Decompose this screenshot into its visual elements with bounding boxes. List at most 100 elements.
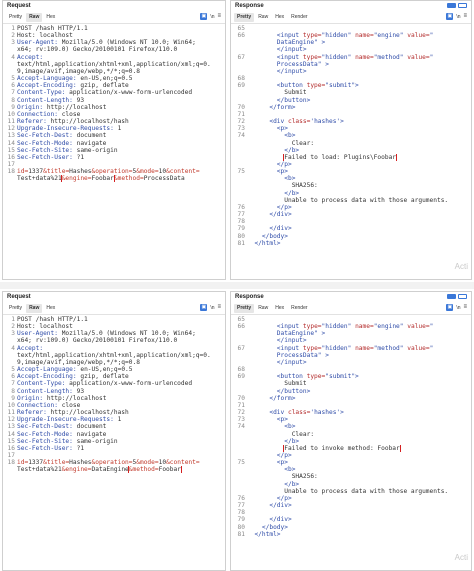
line-text: </body> bbox=[247, 524, 471, 531]
newline-toggle-button[interactable]: \n bbox=[456, 305, 460, 311]
tab-render[interactable]: Render bbox=[288, 304, 310, 313]
code-token: "hidden" bbox=[321, 344, 356, 352]
code-token: Foobar bbox=[158, 466, 181, 474]
code-token: 'hashes'> bbox=[310, 409, 344, 417]
code-token: id= bbox=[17, 168, 29, 176]
line-number bbox=[231, 438, 247, 445]
code-token: </input> bbox=[247, 337, 307, 345]
menu-icon[interactable]: ≡ bbox=[463, 304, 467, 311]
response-editor[interactable]: 65 66 <input type="hidden" name="engine" … bbox=[231, 316, 471, 570]
layout-stack-button[interactable] bbox=[458, 3, 467, 8]
line-text: </p> bbox=[247, 452, 471, 459]
code-token: </body> bbox=[247, 232, 288, 240]
code-token: <div bbox=[247, 118, 288, 126]
code-line: 81 </html> bbox=[231, 240, 471, 247]
line-text: <input type="hidden" name="engine" value… bbox=[247, 32, 471, 39]
menu-icon[interactable]: ≡ bbox=[463, 13, 467, 20]
line-number: 3 bbox=[11, 330, 15, 338]
code-token: </button> bbox=[247, 387, 311, 395]
request-toolbar: ▣ \n ≡ bbox=[200, 304, 221, 311]
code-token: </b> bbox=[247, 146, 300, 154]
line-text: </button> bbox=[247, 388, 471, 395]
line-text: Accept-Encoding: gzip, deflate bbox=[17, 373, 225, 380]
inspector-icon[interactable]: ▣ bbox=[200, 13, 208, 20]
line-text: </input> bbox=[247, 337, 471, 344]
code-line: 77 </div> bbox=[231, 211, 471, 218]
code-line: 9,image/avif,image/webp,*/*;q=0.8 bbox=[3, 68, 225, 75]
tab-raw[interactable]: Raw bbox=[26, 13, 43, 22]
tab-raw[interactable]: Raw bbox=[26, 304, 43, 313]
line-number: 2 bbox=[11, 323, 15, 331]
line-text: <b> bbox=[247, 423, 471, 430]
tab-hex[interactable]: Hex bbox=[43, 304, 58, 313]
line-text: Sec-Fetch-User: ?1 bbox=[17, 445, 225, 452]
line-text: Sec-Fetch-Site: same-origin bbox=[17, 147, 225, 154]
code-token: <input bbox=[247, 53, 303, 61]
line-number: 9 bbox=[11, 394, 15, 402]
line-number: 76 bbox=[237, 494, 245, 502]
code-token: Accept: bbox=[17, 344, 47, 352]
line-number: 72 bbox=[237, 118, 245, 126]
tab-pretty[interactable]: Pretty bbox=[6, 304, 25, 313]
line-number: 69 bbox=[237, 373, 245, 381]
line-text: POST /hash HTTP/1.1 bbox=[17, 25, 225, 32]
code-line: 16 Sec-Fetch-User: ?1 bbox=[3, 445, 225, 452]
tab-pretty[interactable]: Pretty bbox=[234, 13, 255, 22]
code-line: 5 Accept-Language: en-US,en;q=0.5 bbox=[3, 75, 225, 82]
code-line: Clear: bbox=[231, 431, 471, 438]
code-line: Unable to process data with those argume… bbox=[231, 488, 471, 495]
request-editor[interactable]: 1 POST /hash HTTP/1.1 2 Host: localhost 3 Use… bbox=[3, 316, 225, 570]
tab-hex[interactable]: Hex bbox=[272, 13, 287, 22]
inspector-icon[interactable]: ▣ bbox=[200, 304, 208, 311]
code-token: Content-Length: bbox=[17, 96, 77, 104]
tab-hex[interactable]: Hex bbox=[272, 304, 287, 313]
newline-toggle-button[interactable]: \n bbox=[210, 14, 214, 20]
line-text: </b> bbox=[247, 147, 471, 154]
code-token: "engine" bbox=[373, 323, 408, 331]
menu-icon[interactable]: ≡ bbox=[217, 304, 221, 311]
code-token: gzip, deflate bbox=[80, 82, 129, 90]
inspector-icon[interactable]: ▣ bbox=[446, 304, 454, 311]
line-number bbox=[231, 466, 247, 473]
line-number: 76 bbox=[237, 203, 245, 211]
layout-stack-button[interactable] bbox=[458, 294, 467, 299]
line-number: 7 bbox=[11, 89, 15, 97]
layout-split-button[interactable] bbox=[447, 294, 456, 299]
tab-hex[interactable]: Hex bbox=[43, 13, 58, 22]
line-text: Test+data%21&engine=Foobar&method=Proces… bbox=[17, 175, 225, 183]
code-token: SHA256: bbox=[247, 182, 318, 190]
code-token: "method" bbox=[373, 344, 408, 352]
tab-pretty[interactable]: Pretty bbox=[6, 13, 25, 22]
screenshot-engine-test: Request Pretty Raw Hex ▣ \n ≡ 1 POST /has… bbox=[0, 0, 474, 280]
request-editor[interactable]: 1 POST /hash HTTP/1.1 2 Host: localhost 3 Use… bbox=[3, 25, 225, 279]
inspector-icon[interactable]: ▣ bbox=[446, 13, 454, 20]
line-text: text/html,application/xhtml+xml,applicat… bbox=[17, 61, 225, 68]
code-token: Test+data%21 bbox=[17, 175, 62, 183]
code-token: &title= bbox=[43, 459, 70, 467]
response-editor[interactable]: 65 66 <input type="hidden" name="engine" … bbox=[231, 25, 471, 279]
tab-render[interactable]: Render bbox=[288, 13, 310, 22]
line-text: <input type="hidden" name="engine" value… bbox=[247, 323, 471, 330]
line-text: </div> bbox=[247, 211, 471, 218]
code-token: <div bbox=[247, 409, 288, 417]
menu-icon[interactable]: ≡ bbox=[217, 13, 221, 20]
code-token: <input bbox=[247, 32, 303, 40]
newline-toggle-button[interactable]: \n bbox=[210, 305, 214, 311]
code-token: POST /hash HTTP/1.1 bbox=[17, 25, 88, 32]
code-line: Submit bbox=[231, 380, 471, 387]
newline-toggle-button[interactable]: \n bbox=[456, 14, 460, 20]
code-token: 93 bbox=[76, 387, 85, 395]
line-number bbox=[231, 445, 247, 452]
line-number: 18 bbox=[7, 459, 15, 467]
code-token: Accept: bbox=[17, 53, 47, 61]
code-token: </form> bbox=[247, 103, 296, 111]
code-token: &content= bbox=[166, 459, 200, 467]
layout-split-button[interactable] bbox=[447, 3, 456, 8]
tab-raw[interactable]: Raw bbox=[255, 13, 271, 22]
code-token: Hashes bbox=[69, 168, 92, 176]
tab-raw[interactable]: Raw bbox=[255, 304, 271, 313]
line-number: 72 bbox=[237, 409, 245, 417]
code-line: 81 </html> bbox=[231, 531, 471, 538]
tab-pretty[interactable]: Pretty bbox=[234, 304, 255, 313]
line-number: 7 bbox=[11, 380, 15, 388]
